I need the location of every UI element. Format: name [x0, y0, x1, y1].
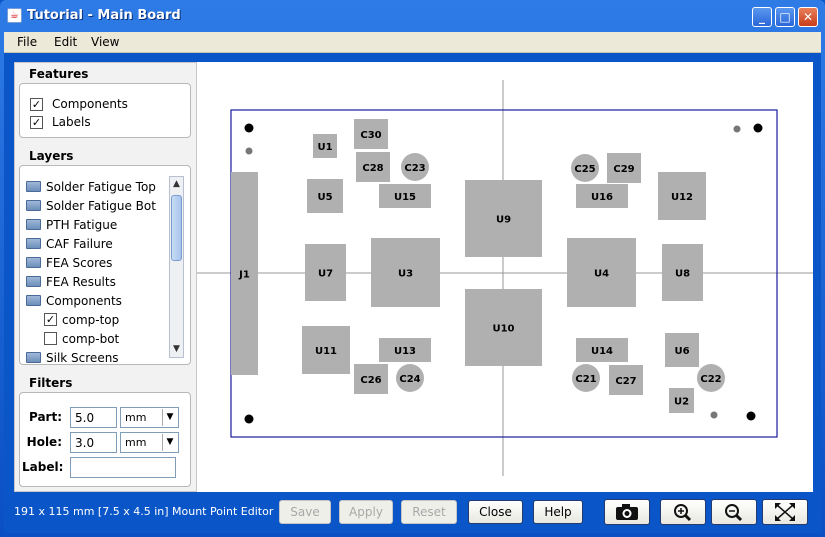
- folder-icon: [26, 352, 41, 363]
- component-label: U8: [675, 269, 690, 280]
- labels-label: Labels: [52, 115, 91, 129]
- close-window-button[interactable]: ✕: [798, 7, 818, 27]
- folder-open-icon: [26, 295, 41, 306]
- components-label: Components: [52, 97, 128, 111]
- mount-hole[interactable]: [244, 414, 254, 424]
- component-label: U12: [671, 192, 693, 203]
- folder-icon: [26, 181, 41, 192]
- via-hole[interactable]: [710, 411, 718, 419]
- java-app-icon: ☕: [7, 8, 22, 23]
- fit-to-window-icon: [775, 503, 795, 521]
- main-content: Features ✓ Components ✓ Labels Layers So…: [4, 53, 821, 533]
- bottom-toolbar: 191 x 115 mm [7.5 x 4.5 in] Mount Point …: [4, 493, 821, 533]
- features-title: Features: [29, 67, 89, 81]
- minimize-button[interactable]: _: [752, 7, 772, 27]
- mount-hole[interactable]: [244, 123, 254, 133]
- part-label: Part:: [28, 410, 62, 424]
- via-hole[interactable]: [245, 147, 253, 155]
- component-label: J1: [238, 270, 250, 281]
- component-label: U14: [591, 346, 613, 357]
- help-button[interactable]: Help: [533, 500, 583, 524]
- component-label: U11: [315, 346, 337, 357]
- scroll-thumb[interactable]: [171, 195, 182, 261]
- folder-icon: [26, 276, 41, 287]
- component-label: C26: [360, 375, 381, 386]
- part-unit-select[interactable]: mm ▼: [120, 407, 179, 428]
- window-title: Tutorial - Main Board: [27, 8, 181, 23]
- fit-to-window-button[interactable]: [762, 499, 808, 525]
- board-drawing[interactable]: U1 C30 C28 C23 U5 U15 J1 U7 U3 U9 U10 U11 U13 C26 C24 C…: [197, 62, 813, 492]
- component-label: U7: [318, 269, 333, 280]
- component-label: C23: [404, 163, 425, 174]
- component-label: U10: [492, 324, 514, 335]
- scroll-up-icon[interactable]: ▲: [170, 177, 183, 192]
- editor-mode-label: Mount Point Editor: [172, 505, 274, 518]
- hole-size-input[interactable]: [70, 432, 117, 453]
- component-label: U9: [496, 215, 511, 226]
- folder-icon: [26, 238, 41, 249]
- folder-icon: [26, 219, 41, 230]
- component-label: C22: [700, 374, 721, 385]
- side-panel: Features ✓ Components ✓ Labels Layers So…: [14, 62, 197, 492]
- component-label: U2: [674, 397, 689, 408]
- zoom-out-icon: [725, 504, 743, 522]
- comp-bot-checkbox[interactable]: [44, 332, 57, 345]
- component-label: U13: [394, 346, 416, 357]
- component-label: C24: [399, 374, 420, 385]
- board-dimensions: 191 x 115 mm [7.5 x 4.5 in]: [14, 505, 169, 518]
- mount-hole[interactable]: [746, 411, 756, 421]
- via-hole[interactable]: [733, 125, 741, 133]
- scroll-down-icon[interactable]: ▼: [170, 342, 183, 357]
- filters-group: Part: mm▼ Hole: mm▼ Label:: [19, 392, 191, 487]
- save-button[interactable]: Save: [279, 500, 331, 524]
- zoom-out-button[interactable]: [711, 499, 757, 525]
- mount-hole[interactable]: [753, 123, 763, 133]
- zoom-in-icon: [674, 504, 692, 522]
- zoom-in-button[interactable]: [660, 499, 706, 525]
- comp-top-checkbox[interactable]: ✓: [44, 313, 57, 326]
- menu-view[interactable]: View: [91, 35, 119, 49]
- component-label: U16: [591, 192, 613, 203]
- component-label: C28: [362, 163, 383, 174]
- folder-icon: [26, 257, 41, 268]
- board-canvas[interactable]: U1 C30 C28 C23 U5 U15 J1 U7 U3 U9 U10 U11 U13 C26 C24 C…: [197, 62, 813, 492]
- snapshot-button[interactable]: [604, 499, 650, 525]
- menu-file[interactable]: File: [17, 35, 37, 49]
- layers-tree: Solder Fatigue Top Solder Fatigue Bot PT…: [19, 165, 191, 365]
- close-button[interactable]: Close: [468, 500, 523, 524]
- filters-title: Filters: [29, 376, 73, 390]
- features-group: ✓ Components ✓ Labels: [19, 83, 191, 138]
- component-label: C30: [360, 130, 381, 141]
- apply-button[interactable]: Apply: [339, 500, 393, 524]
- menu-edit[interactable]: Edit: [54, 35, 77, 49]
- component-label: U1: [317, 142, 332, 153]
- hole-label: Hole:: [26, 435, 62, 449]
- folder-icon: [26, 200, 41, 211]
- component-label: U3: [398, 269, 413, 280]
- layers-scrollbar[interactable]: ▲ ▼: [169, 176, 184, 358]
- part-size-input[interactable]: [70, 407, 117, 428]
- component-label: U6: [674, 346, 689, 357]
- component-label: C29: [613, 164, 634, 175]
- chevron-down-icon: ▼: [162, 409, 177, 426]
- labels-checkbox[interactable]: ✓: [30, 116, 43, 129]
- components-checkbox[interactable]: ✓: [30, 98, 43, 111]
- title-bar[interactable]: ☕ Tutorial - Main Board _ □ ✕: [0, 0, 825, 32]
- menu-bar: File Edit View: [4, 32, 821, 53]
- component-label: C25: [574, 164, 595, 175]
- component-label: C27: [615, 376, 636, 387]
- hole-unit-select[interactable]: mm ▼: [120, 432, 179, 453]
- camera-icon: [616, 504, 638, 520]
- maximize-button[interactable]: □: [775, 7, 795, 27]
- component-label: C21: [575, 374, 596, 385]
- label-filter-input[interactable]: [70, 457, 176, 478]
- application-window: ☕ Tutorial - Main Board _ □ ✕ File Edit …: [0, 0, 825, 537]
- component-label: U15: [394, 192, 416, 203]
- component-label: U5: [317, 192, 332, 203]
- component-label: U4: [594, 269, 609, 280]
- layers-title: Layers: [29, 149, 74, 163]
- reset-button[interactable]: Reset: [401, 500, 457, 524]
- label-filter-label: Label:: [22, 460, 64, 474]
- chevron-down-icon: ▼: [162, 434, 177, 451]
